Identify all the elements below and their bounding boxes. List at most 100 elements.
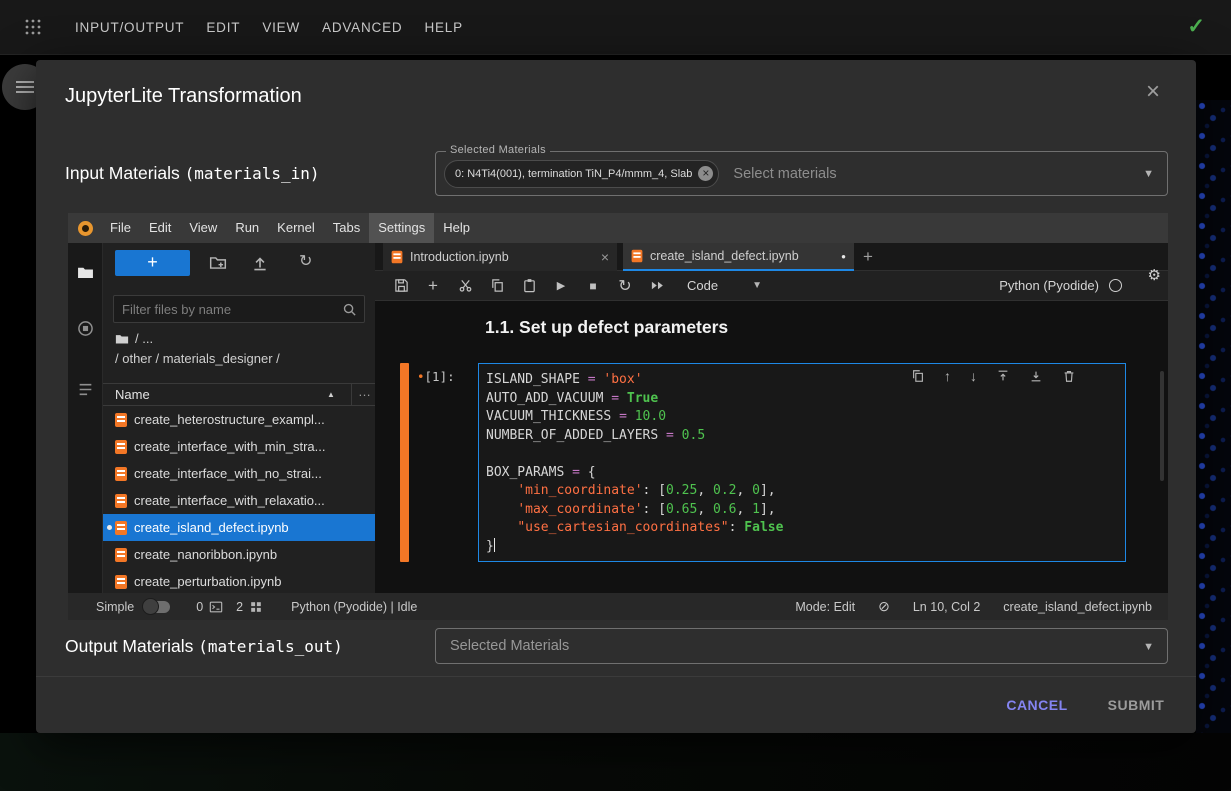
cancel-button[interactable]: CANCEL [996, 687, 1078, 723]
duplicate-cell-icon[interactable] [911, 369, 925, 383]
terminals-count[interactable]: 0 [196, 600, 203, 614]
jupyter-menu-item[interactable]: File [101, 213, 140, 243]
tab-introduction[interactable]: Introduction.ipynb × [383, 243, 617, 271]
kernel-indicator[interactable]: Python (Pyodide) [999, 278, 1122, 293]
sort-ascending-icon[interactable]: ▲ [327, 390, 335, 399]
chevron-down-icon[interactable]: ▼ [1143, 641, 1154, 653]
jupyter-menu-item[interactable]: Settings [369, 213, 434, 243]
insert-cell-above-icon[interactable] [996, 369, 1010, 383]
file-row[interactable]: create_interface_with_no_strai... [103, 460, 375, 487]
restart-run-all-icon[interactable] [641, 278, 673, 293]
code-cell-editor[interactable]: ISLAND_SHAPE = 'box'AUTO_ADD_VACUUM = Tr… [478, 363, 1126, 562]
prompt-number: [1]: [425, 369, 455, 384]
top-menu-item[interactable]: HELP [424, 20, 462, 35]
delete-cell-icon[interactable] [1062, 369, 1076, 383]
code-line[interactable]: BOX_PARAMS = { [486, 464, 1117, 483]
top-menu-item[interactable]: VIEW [262, 20, 300, 35]
simple-mode-toggle[interactable] [144, 601, 170, 613]
apps-grid-icon[interactable] [24, 18, 42, 36]
home-folder-icon[interactable] [115, 332, 129, 346]
new-tab-icon[interactable]: + [863, 247, 873, 267]
add-cell-icon[interactable]: + [417, 276, 449, 296]
move-cell-down-icon[interactable]: ↓ [970, 369, 977, 383]
notebook-file-icon [392, 251, 403, 264]
table-of-contents-icon[interactable] [77, 381, 94, 398]
run-cell-icon[interactable]: ▶ [545, 279, 577, 292]
tab-create-island-defect[interactable]: create_island_defect.ipynb ● [623, 243, 854, 271]
notebook-file-icon [115, 440, 127, 454]
code-line[interactable] [486, 445, 1117, 464]
output-materials-select[interactable]: Selected Materials ▼ [435, 628, 1168, 664]
restart-kernel-icon[interactable]: ↻ [609, 276, 641, 296]
new-launcher-button[interactable]: + [115, 250, 190, 276]
breadcrumb-root[interactable]: / ... [135, 331, 153, 346]
new-folder-icon[interactable] [209, 254, 227, 272]
jupyter-menu-item[interactable]: View [180, 213, 226, 243]
more-columns-icon[interactable]: … [358, 384, 371, 399]
file-row[interactable]: create_interface_with_relaxatio... [103, 487, 375, 514]
refresh-icon[interactable]: ↻ [299, 251, 312, 271]
cut-cells-icon[interactable] [449, 278, 481, 293]
chevron-down-icon[interactable]: ▼ [1143, 168, 1154, 180]
code-line[interactable]: } [486, 538, 1117, 557]
cell-type-dropdown[interactable]: Code ▼ [687, 278, 762, 293]
file-browser-icon[interactable] [77, 264, 94, 281]
cursor-position[interactable]: Ln 10, Col 2 [913, 600, 980, 614]
upload-icon[interactable] [251, 254, 269, 272]
file-row[interactable]: create_nanoribbon.ipynb [103, 541, 375, 568]
chip-remove-icon[interactable]: × [698, 166, 713, 181]
file-filter-input[interactable] [114, 296, 338, 322]
jupyter-menu-item[interactable]: Run [226, 213, 268, 243]
select-legend: Selected Materials [446, 144, 550, 156]
paste-cells-icon[interactable] [513, 278, 545, 293]
code-line[interactable]: 'min_coordinate': [0.25, 0.2, 0], [486, 482, 1117, 501]
save-icon[interactable] [385, 278, 417, 293]
running-kernels-icon[interactable] [77, 320, 94, 337]
file-list: create_heterostructure_exampl...create_i… [103, 406, 375, 593]
code-line[interactable]: "use_cartesian_coordinates": False [486, 519, 1117, 538]
copy-cells-icon[interactable] [481, 278, 513, 293]
code-line[interactable]: AUTO_ADD_VACUUM = True [486, 390, 1117, 409]
stop-kernel-icon[interactable]: ■ [577, 279, 609, 293]
notebook-file-icon [115, 467, 127, 481]
kernel-status-text[interactable]: Python (Pyodide) | Idle [291, 600, 417, 614]
file-row[interactable]: create_heterostructure_exampl... [103, 406, 375, 433]
file-row[interactable]: create_interface_with_min_stra... [103, 433, 375, 460]
code-line[interactable]: VACUUM_THICKNESS = 10.0 [486, 408, 1117, 427]
kernels-count[interactable]: 2 [236, 600, 243, 614]
editor-mode[interactable]: Mode: Edit [795, 600, 855, 614]
screen: INPUT/OUTPUTEDITVIEWADVANCEDHELP ✓ Jupyt… [0, 0, 1231, 791]
tab-close-icon[interactable]: × [601, 249, 609, 265]
name-column-header[interactable]: Name [115, 387, 150, 402]
jupyterlite-transformation-dialog: JupyterLite Transformation × Input Mater… [36, 60, 1196, 733]
cell-collapser-bar[interactable] [400, 363, 409, 562]
breadcrumb-path[interactable]: / other / materials_designer / [115, 351, 280, 366]
breadcrumb[interactable]: / ... [115, 331, 153, 346]
file-row[interactable]: create_island_defect.ipynb [103, 514, 375, 541]
insert-cell-below-icon[interactable] [1029, 369, 1043, 383]
jupyter-menu-item[interactable]: Edit [140, 213, 180, 243]
top-menu-item[interactable]: ADVANCED [322, 20, 402, 35]
gear-icon[interactable]: ⚙ [1148, 266, 1161, 284]
file-list-header[interactable]: Name ▲ … [103, 383, 375, 406]
code-line[interactable]: 'max_coordinate': [0.65, 0.6, 1], [486, 501, 1117, 520]
tab-label: create_island_defect.ipynb [650, 249, 799, 263]
active-file-name[interactable]: create_island_defect.ipynb [1003, 600, 1152, 614]
output-materials-label: Output Materials (materials_out) [65, 636, 343, 657]
submit-button[interactable]: SUBMIT [1094, 687, 1178, 723]
jupyter-menu-item[interactable]: Help [434, 213, 479, 243]
close-icon[interactable]: × [1146, 80, 1160, 104]
terminal-icon [209, 600, 223, 614]
top-menu-item[interactable]: EDIT [206, 20, 240, 35]
top-menu-item[interactable]: INPUT/OUTPUT [75, 20, 184, 35]
scrollbar[interactable] [1160, 371, 1164, 481]
jupyter-menu-item[interactable]: Tabs [324, 213, 369, 243]
move-cell-up-icon[interactable]: ↑ [944, 369, 951, 383]
input-materials-select[interactable]: Selected Materials 0: N4Ti4(001), termin… [435, 151, 1168, 196]
material-chip[interactable]: 0: N4Ti4(001), termination TiN_P4/mmm_4,… [444, 160, 719, 188]
code-line[interactable]: NUMBER_OF_ADDED_LAYERS = 0.5 [486, 427, 1117, 446]
jupyter-menu-item[interactable]: Kernel [268, 213, 324, 243]
file-name: create_interface_with_relaxatio... [134, 493, 325, 508]
file-row[interactable]: create_perturbation.ipynb [103, 568, 375, 593]
cell-type-value: Code [687, 278, 718, 293]
